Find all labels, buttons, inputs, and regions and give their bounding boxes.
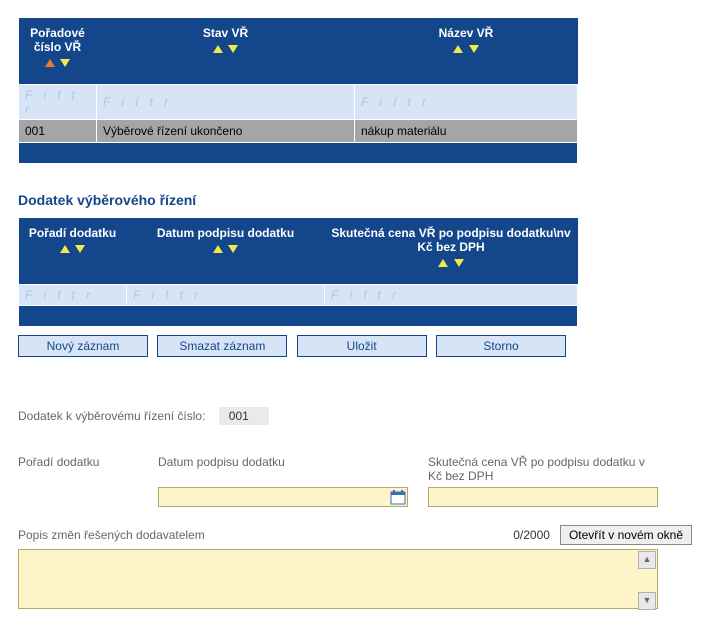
reference-line: Dodatek k výběrovému řízení číslo: 001	[18, 407, 692, 425]
filter-row[interactable]: F i l t r F i l t r F i l t r	[19, 85, 578, 120]
sort-asc-icon[interactable]	[213, 45, 223, 53]
open-new-window-button[interactable]: Otevřít v novém okně	[560, 525, 692, 545]
cell-stav: Výběrové řízení ukončeno	[97, 120, 355, 143]
datum-label: Datum podpisu dodatku	[158, 455, 408, 483]
filter-cell[interactable]: F i l t r	[325, 285, 578, 306]
col-poradi-dodatku: Pořadí dodatku	[19, 218, 127, 285]
col-nazev: Název VŘ	[355, 18, 578, 85]
cell-num: 001	[19, 120, 97, 143]
sort-asc-icon[interactable]	[45, 59, 55, 67]
sort-asc-icon[interactable]	[453, 45, 463, 53]
vr-table: Pořadové číslo VŘ Stav VŘ Název VŘ F i l…	[18, 18, 578, 164]
save-button[interactable]: Uložit	[297, 335, 427, 357]
table-row[interactable]: 001 Výběrové řízení ukončeno nákup mater…	[19, 120, 578, 143]
filter-cell[interactable]: F i l t r	[355, 85, 578, 120]
dodatek-table: Pořadí dodatku Datum podpisu dodatku Sku…	[18, 218, 578, 327]
sort-desc-icon[interactable]	[454, 259, 464, 267]
table-footer-strip	[19, 143, 578, 164]
sort-desc-icon[interactable]	[228, 45, 238, 53]
button-row: Nový záznam Smazat záznam Uložit Storno	[18, 335, 692, 357]
datum-input[interactable]	[158, 487, 408, 507]
cena-input[interactable]	[428, 487, 658, 507]
col-skutecna-cena: Skutečná cena VŘ po podpisu dodatku\nv K…	[325, 218, 578, 285]
filter-cell[interactable]: F i l t r	[19, 285, 127, 306]
sort-asc-icon[interactable]	[60, 245, 70, 253]
col-stav: Stav VŘ	[97, 18, 355, 85]
sort-desc-icon[interactable]	[75, 245, 85, 253]
popis-textarea[interactable]	[18, 549, 658, 609]
filter-cell[interactable]: F i l t r	[19, 85, 97, 120]
poradi-label: Pořadí dodatku	[18, 455, 138, 483]
delete-record-button[interactable]: Smazat záznam	[157, 335, 287, 357]
cena-label: Skutečná cena VŘ po podpisu dodatku v Kč…	[428, 455, 658, 483]
section-title: Dodatek výběrového řízení	[18, 192, 692, 208]
ref-value: 001	[219, 407, 269, 425]
calendar-icon[interactable]	[390, 489, 406, 505]
cancel-button[interactable]: Storno	[436, 335, 566, 357]
sort-desc-icon[interactable]	[469, 45, 479, 53]
new-record-button[interactable]: Nový záznam	[18, 335, 148, 357]
col-datum-podpisu: Datum podpisu dodatku	[127, 218, 325, 285]
sort-asc-icon[interactable]	[213, 245, 223, 253]
sort-desc-icon[interactable]	[60, 59, 70, 67]
filter-cell[interactable]: F i l t r	[97, 85, 355, 120]
ref-label: Dodatek k výběrovému řízení číslo:	[18, 409, 205, 423]
cell-nazev: nákup materiálu	[355, 120, 578, 143]
sort-asc-icon[interactable]	[438, 259, 448, 267]
filter-cell[interactable]: F i l t r	[127, 285, 325, 306]
popis-label: Popis změn řešených dodavatelem	[18, 528, 205, 542]
table-footer-strip	[19, 306, 578, 327]
scroll-down-icon[interactable]: ▼	[638, 592, 656, 610]
char-counter: 0/2000	[513, 528, 550, 542]
filter-row[interactable]: F i l t r F i l t r F i l t r	[19, 285, 578, 306]
scroll-up-icon[interactable]: ▲	[638, 551, 656, 569]
sort-desc-icon[interactable]	[228, 245, 238, 253]
col-poradove: Pořadové číslo VŘ	[19, 18, 97, 85]
